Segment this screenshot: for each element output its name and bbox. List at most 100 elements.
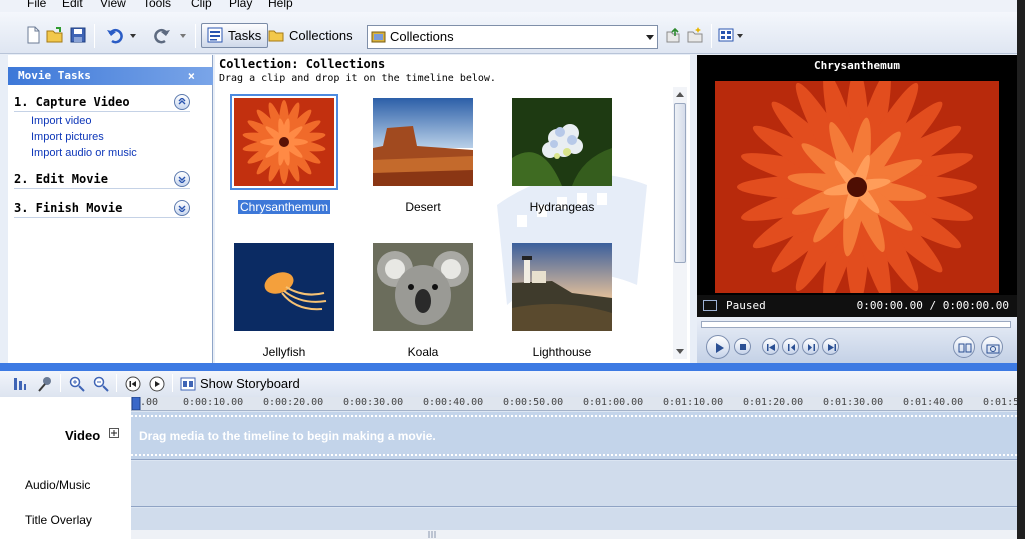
stop-icon (740, 344, 746, 350)
collections-label: Collections (289, 28, 353, 43)
clip-thumbnail (234, 243, 334, 331)
ruler-tick: 0:00:10.00 (183, 397, 244, 408)
undo-dropdown-icon[interactable] (128, 26, 138, 44)
menu-clip[interactable]: Clip (191, 0, 212, 10)
menu-edit[interactable]: Edit (62, 0, 83, 10)
set-audio-levels-icon[interactable] (12, 376, 28, 392)
split-clip-button[interactable] (953, 336, 975, 358)
forward-button[interactable] (822, 338, 839, 355)
playback-time: 0:00:00.00 / 0:00:00.00 (856, 299, 1009, 312)
previous-frame-button[interactable] (782, 338, 799, 355)
undo-icon[interactable] (106, 26, 124, 44)
collection-scrollbar[interactable] (673, 87, 687, 359)
playback-controls (697, 317, 1017, 363)
menu-help[interactable]: Help (268, 0, 293, 10)
open-project-icon[interactable] (46, 26, 64, 44)
collection-dropdown-value: Collections (390, 29, 454, 44)
ruler-tick: 0:01:10.00 (663, 397, 724, 408)
scroll-down-icon[interactable] (676, 349, 684, 354)
show-storyboard-button[interactable]: Show Storyboard (180, 375, 300, 393)
clip-thumbnail (512, 98, 612, 186)
play-button[interactable] (706, 335, 730, 359)
clip-thumbnail (373, 243, 473, 331)
new-collection-folder-icon[interactable] (686, 26, 704, 44)
collection-film-icon (371, 31, 386, 43)
show-storyboard-label: Show Storyboard (200, 376, 300, 391)
toolbar-separator (60, 374, 61, 392)
audio-music-track[interactable] (131, 461, 1017, 507)
close-icon[interactable]: × (188, 67, 195, 85)
import-video-link[interactable]: Import video (31, 114, 92, 128)
monitor-icon (703, 300, 717, 311)
ruler-tick: 0:01:30.00 (823, 397, 884, 408)
new-project-icon[interactable] (24, 26, 42, 44)
back-button[interactable] (762, 338, 779, 355)
clip-label: Hydrangeas (529, 200, 595, 214)
preview-status-bar: Paused 0:00:00.00 / 0:00:00.00 (697, 295, 1017, 317)
menu-tools[interactable]: Tools (143, 0, 171, 10)
tasks-icon (207, 27, 223, 43)
toolbar-separator (172, 374, 173, 392)
storyboard-icon (180, 377, 196, 391)
tasks-button[interactable]: Tasks (201, 23, 269, 48)
clip-thumbnail (373, 98, 473, 186)
menu-view[interactable]: View (100, 0, 126, 10)
scroll-up-icon[interactable] (676, 92, 684, 97)
video-track[interactable]: Drag media to the timeline to begin maki… (131, 412, 1017, 460)
zoom-in-icon[interactable] (69, 376, 85, 392)
menu-file[interactable]: File (27, 0, 46, 10)
collection-title: Collection: Collections (219, 57, 386, 71)
timeline-drag-hint: Drag media to the timeline to begin maki… (139, 429, 436, 443)
clip-label: Chrysanthemum (237, 200, 331, 214)
timeline-scrollbar[interactable] (131, 530, 1017, 539)
playback-status: Paused (726, 299, 766, 312)
ruler-tick: 0:00:20.00 (263, 397, 324, 408)
previous-frame-icon (788, 344, 795, 351)
audio-track-label: Audio/Music (25, 478, 91, 492)
timeline-ruler[interactable]: .00 0:00:10.00 0:00:20.00 0:00:30.00 0:0… (131, 397, 1017, 411)
zoom-out-icon[interactable] (93, 376, 109, 392)
views-icon[interactable] (718, 26, 746, 44)
task-section-finish-movie[interactable]: 3. Finish Movie (14, 198, 190, 218)
collection-dropdown[interactable]: Collections (367, 25, 658, 49)
narrate-timeline-icon[interactable] (37, 376, 53, 392)
ruler-tick: .00 (140, 397, 159, 408)
expand-plus-icon[interactable] (109, 428, 119, 438)
scroll-thumb[interactable] (674, 103, 686, 263)
clip-thumbnail (230, 94, 338, 190)
pane-splitter[interactable] (0, 363, 1025, 371)
timeline[interactable]: .00 0:00:10.00 0:00:20.00 0:00:30.00 0:0… (131, 397, 1017, 539)
skip-forward-icon (828, 344, 836, 351)
timeline-track-labels: Video Audio/Music Title Overlay (0, 397, 131, 539)
chevron-up-icon[interactable] (174, 94, 190, 110)
ruler-tick: 0:01:20.00 (743, 397, 804, 408)
collections-button[interactable]: Collections (262, 23, 360, 48)
up-one-level-icon[interactable] (664, 26, 682, 44)
import-pictures-link[interactable]: Import pictures (31, 130, 104, 144)
scroll-grip-icon[interactable] (427, 531, 437, 538)
task-section-edit-movie[interactable]: 2. Edit Movie (14, 169, 190, 189)
movie-tasks-pane: Movie Tasks × 1. Capture Video Import vi… (8, 55, 213, 363)
tasks-label: Tasks (228, 28, 262, 43)
redo-icon[interactable] (153, 26, 171, 44)
video-track-label: Video (65, 428, 101, 443)
save-project-icon[interactable] (69, 26, 87, 44)
chevron-down-icon[interactable] (174, 171, 190, 187)
seek-bar[interactable] (701, 321, 1011, 328)
window-edge (1017, 0, 1025, 539)
chevron-down-icon[interactable] (174, 200, 190, 216)
import-audio-link[interactable]: Import audio or music (31, 146, 137, 160)
task-section-capture-video[interactable]: 1. Capture Video (14, 92, 190, 112)
track-border (131, 454, 1017, 456)
menu-play[interactable]: Play (229, 0, 252, 10)
chevron-down-icon (646, 35, 654, 40)
redo-dropdown-icon[interactable] (178, 26, 188, 44)
next-frame-button[interactable] (802, 338, 819, 355)
play-timeline-icon[interactable] (149, 376, 165, 392)
stop-button[interactable] (734, 338, 751, 355)
preview-monitor: Chrysanthemum Paused 0:00:00.00 / 0:00:0… (697, 55, 1017, 363)
task-section-label: 1. Capture Video (14, 95, 130, 109)
take-picture-button[interactable] (981, 336, 1003, 358)
collection-instructions: Drag a clip and drop it on the timeline … (219, 73, 496, 84)
rewind-timeline-icon[interactable] (125, 376, 141, 392)
